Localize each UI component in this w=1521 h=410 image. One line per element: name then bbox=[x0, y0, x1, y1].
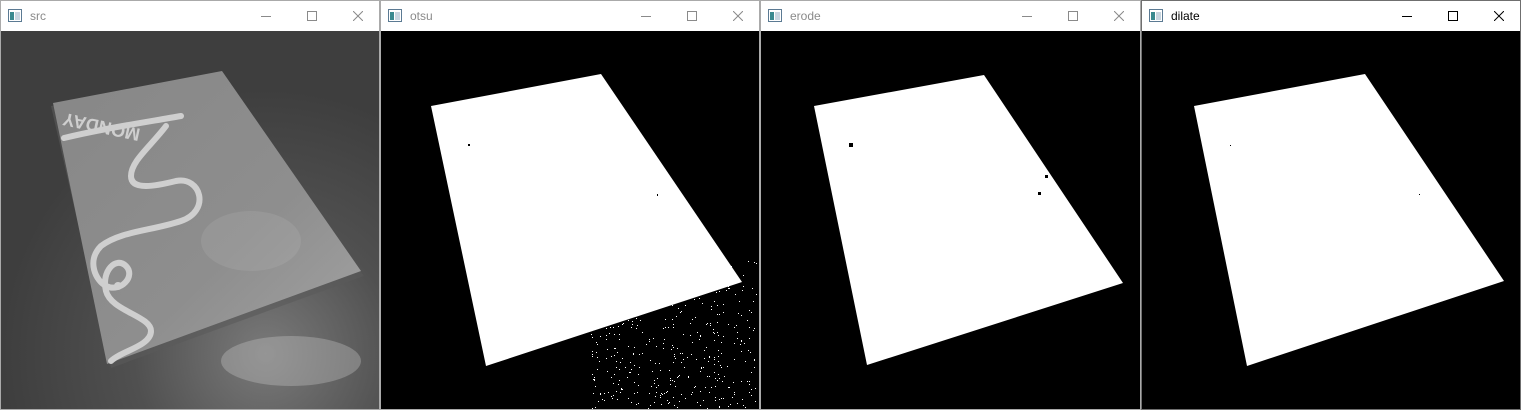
maximize-icon bbox=[687, 11, 697, 21]
close-icon bbox=[353, 11, 363, 21]
dilated-mask bbox=[1142, 31, 1520, 409]
otsu-threshold-mask bbox=[381, 31, 759, 409]
window-erode[interactable]: erode bbox=[760, 0, 1141, 410]
opencv-window-icon bbox=[388, 9, 402, 22]
minimize-button[interactable] bbox=[243, 1, 289, 31]
title-bar-otsu[interactable]: otsu bbox=[381, 1, 759, 31]
window-dilate[interactable]: dilate bbox=[1141, 0, 1521, 410]
minimize-icon bbox=[1022, 16, 1032, 17]
close-icon bbox=[1114, 11, 1124, 21]
eroded-mask bbox=[761, 31, 1140, 409]
close-icon bbox=[1494, 11, 1504, 21]
minimize-icon bbox=[1402, 16, 1412, 17]
title-bar-dilate[interactable]: dilate bbox=[1142, 1, 1520, 31]
window-otsu[interactable]: otsu bbox=[380, 0, 760, 410]
maximize-button[interactable] bbox=[669, 1, 715, 31]
window-title: src bbox=[30, 9, 46, 23]
maximize-button[interactable] bbox=[1430, 1, 1476, 31]
opencv-window-icon bbox=[1149, 9, 1163, 22]
close-icon bbox=[733, 11, 743, 21]
minimize-button[interactable] bbox=[1384, 1, 1430, 31]
window-src[interactable]: src MONDAY bbox=[0, 0, 380, 410]
minimize-icon bbox=[261, 16, 271, 17]
image-view-otsu bbox=[381, 31, 759, 409]
close-button[interactable] bbox=[1096, 1, 1142, 31]
minimize-button[interactable] bbox=[623, 1, 669, 31]
window-title: otsu bbox=[410, 9, 433, 23]
maximize-button[interactable] bbox=[289, 1, 335, 31]
minimize-button[interactable] bbox=[1004, 1, 1050, 31]
opencv-window-icon bbox=[768, 9, 782, 22]
close-button[interactable] bbox=[715, 1, 761, 31]
image-view-erode bbox=[761, 31, 1140, 409]
window-title: erode bbox=[790, 9, 821, 23]
close-button[interactable] bbox=[1476, 1, 1521, 31]
maximize-button[interactable] bbox=[1050, 1, 1096, 31]
image-view-src: MONDAY bbox=[1, 31, 379, 409]
maximize-icon bbox=[1448, 11, 1458, 21]
image-view-dilate bbox=[1142, 31, 1520, 409]
grayscale-card-photo: MONDAY bbox=[1, 31, 379, 409]
close-button[interactable] bbox=[335, 1, 381, 31]
maximize-icon bbox=[1068, 11, 1078, 21]
maximize-icon bbox=[307, 11, 317, 21]
opencv-window-icon bbox=[8, 9, 22, 22]
title-bar-src[interactable]: src bbox=[1, 1, 379, 31]
title-bar-erode[interactable]: erode bbox=[761, 1, 1140, 31]
window-title: dilate bbox=[1171, 9, 1200, 23]
minimize-icon bbox=[641, 16, 651, 17]
